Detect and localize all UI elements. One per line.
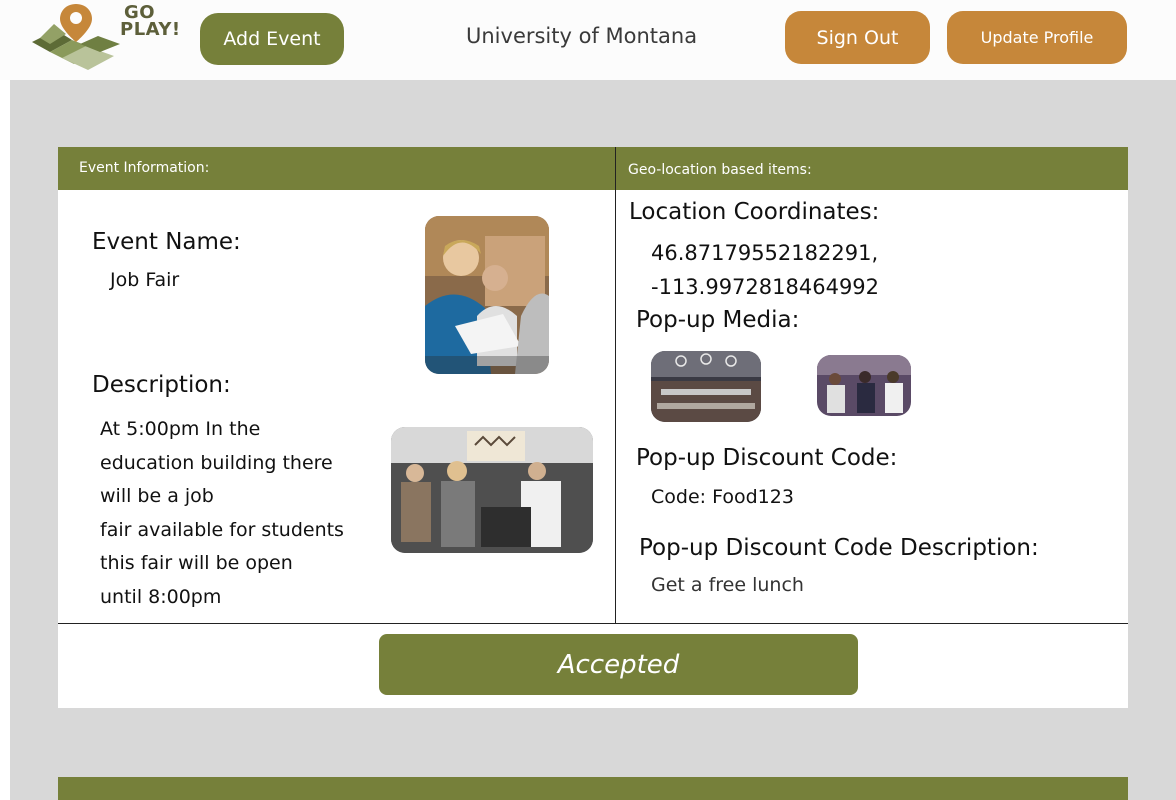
sign-out-button[interactable]: Sign Out xyxy=(785,11,930,64)
description-line: until 8:00pm xyxy=(100,585,222,608)
add-event-button[interactable]: Add Event xyxy=(200,13,344,65)
description-line: education building there xyxy=(100,451,333,474)
column-divider xyxy=(615,147,616,624)
description-line: this fair will be open xyxy=(100,552,293,574)
top-header: GO PLAY! Add Event University of Montana… xyxy=(0,0,1176,80)
popup-media-image-1[interactable] xyxy=(651,351,761,422)
coordinates-value: 46.87179552182291, -113.9972818464992 xyxy=(651,236,879,304)
event-card: Event Information: Geo-location based it… xyxy=(58,147,1128,708)
row-divider xyxy=(58,623,1128,624)
discount-description-value: Get a free lunch xyxy=(651,574,804,596)
next-event-card xyxy=(58,777,1128,800)
geo-items-heading: Geo-location based items: xyxy=(628,162,812,178)
university-title: University of Montana xyxy=(466,24,698,48)
discount-code-label: Pop-up Discount Code: xyxy=(636,445,898,471)
description-label: Description: xyxy=(92,372,231,398)
event-info-heading: Event Information: xyxy=(79,160,210,176)
latitude-value: 46.87179552182291, xyxy=(651,241,879,265)
event-photo-fair xyxy=(391,427,593,553)
discount-code-value: Code: Food123 xyxy=(651,486,794,508)
accepted-status-button[interactable]: Accepted xyxy=(379,634,858,695)
event-name-value: Job Fair xyxy=(110,269,180,291)
logo-text-play: PLAY! xyxy=(120,19,181,40)
event-name-label: Event Name: xyxy=(92,229,241,255)
event-card-header: Event Information: Geo-location based it… xyxy=(58,147,1128,190)
main-content[interactable]: Event Information: Geo-location based it… xyxy=(10,80,1176,800)
next-event-card-header xyxy=(58,777,1128,800)
discount-description-label: Pop-up Discount Code Description: xyxy=(639,535,1039,561)
longitude-value: -113.9972818464992 xyxy=(651,275,880,299)
description-text: At 5:00pm In the education building ther… xyxy=(100,413,380,614)
update-profile-button[interactable]: Update Profile xyxy=(947,11,1127,64)
popup-media-image-2[interactable] xyxy=(817,355,911,416)
popup-media-label: Pop-up Media: xyxy=(636,307,800,333)
event-photo-students xyxy=(425,216,549,374)
location-coordinates-label: Location Coordinates: xyxy=(629,199,880,225)
description-line: will be a job xyxy=(100,485,214,507)
description-line: fair available for students xyxy=(100,518,344,541)
go-play-logo[interactable]: GO PLAY! xyxy=(28,0,180,74)
description-line: At 5:00pm In the xyxy=(100,418,261,440)
